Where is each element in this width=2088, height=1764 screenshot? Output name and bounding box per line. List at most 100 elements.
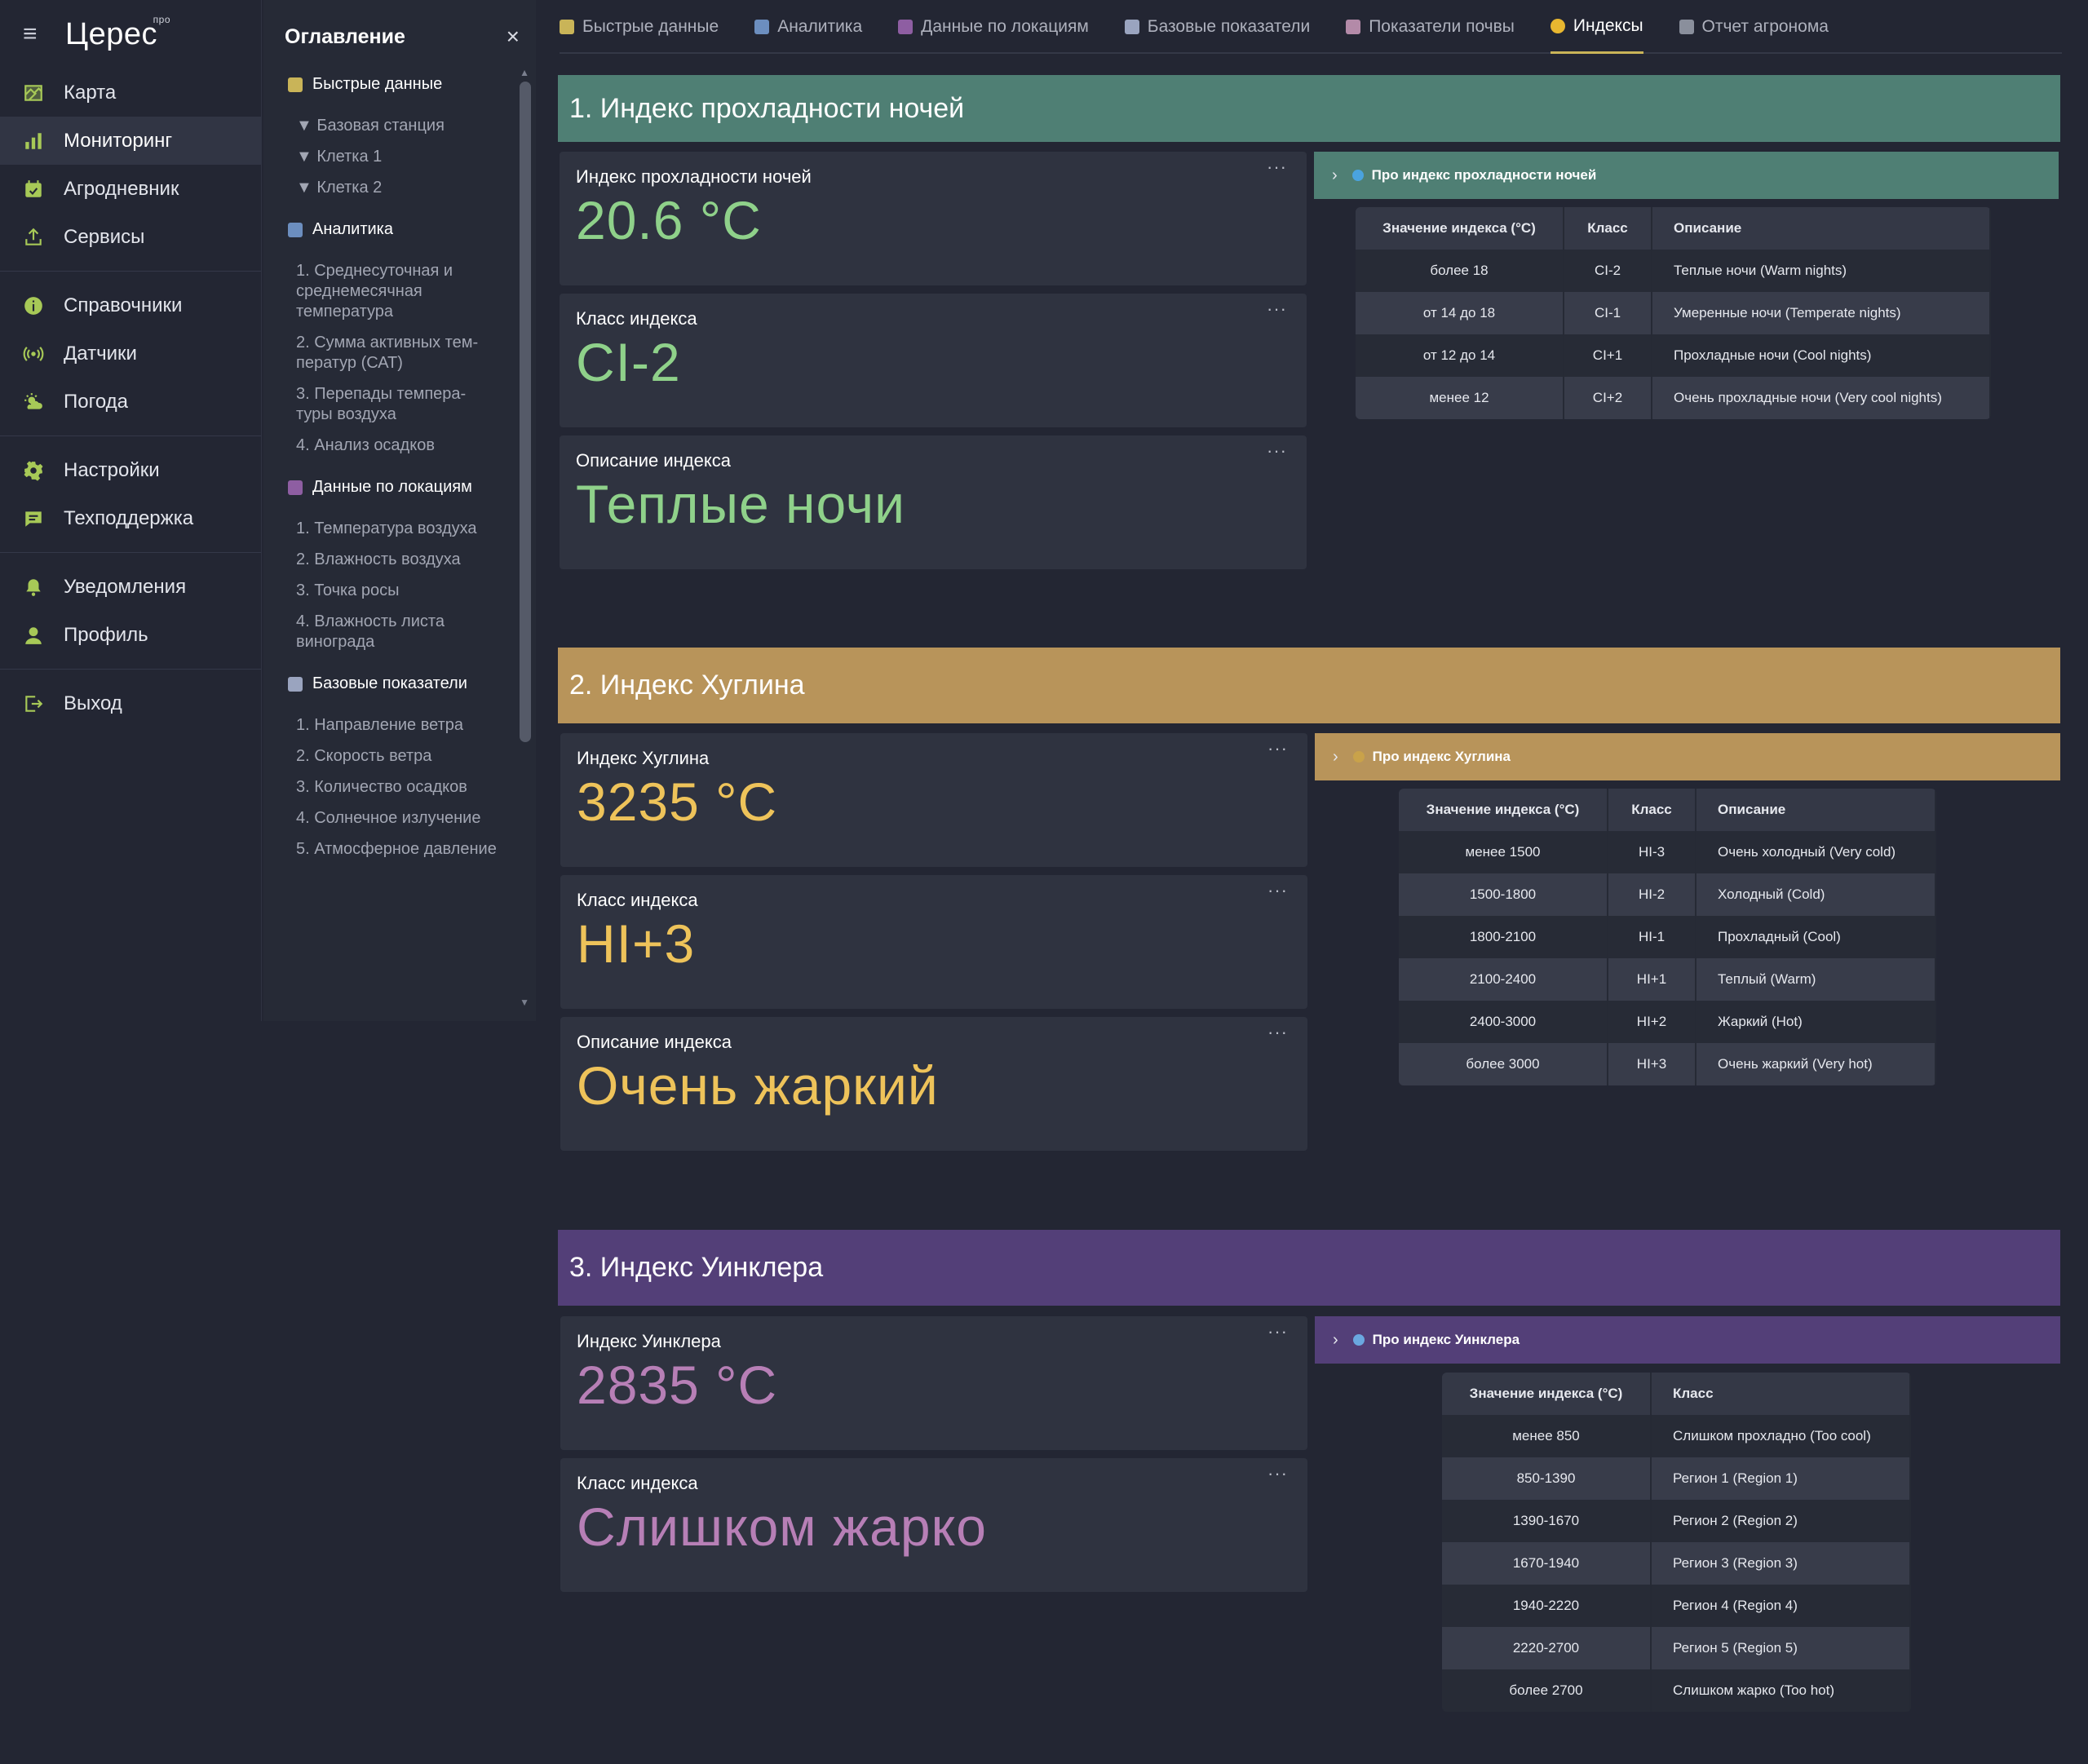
nav-item-weather[interactable]: Погода	[0, 378, 261, 426]
nav-item-label: Агродневник	[64, 177, 179, 200]
more-options-icon[interactable]: ···	[1267, 880, 1288, 901]
toc-item[interactable]: 1. Температура воздуха	[263, 519, 518, 539]
table-cell: Умеренные ночи (Temperate nights)	[1652, 292, 1991, 334]
table-header-cell: Класс	[1651, 1373, 1911, 1415]
table-header-cell: Значение индекса (°С)	[1399, 789, 1608, 831]
toc-section-0[interactable]: Быстрые данные	[263, 64, 518, 105]
table-cell: 850-1390	[1442, 1457, 1652, 1500]
hamburger-menu-icon[interactable]: ≡	[23, 20, 47, 48]
section-banner: 2. Индекс Хуглина	[558, 648, 2060, 723]
table-row: более 3000 HI+3 Очень жаркий (Very hot)	[1399, 1043, 1936, 1085]
chart-icon	[288, 222, 303, 237]
app-logo[interactable]: Церес про	[65, 14, 170, 52]
toc-item[interactable]: 3. Перепады темпера-туры воздуха	[263, 384, 518, 425]
metric-label: Класс индекса	[577, 890, 698, 910]
tab-5[interactable]: Индексы	[1550, 0, 1643, 54]
toc-close-icon[interactable]: ×	[507, 24, 520, 50]
toc-scrollbar[interactable]	[520, 82, 531, 742]
scroll-down-arrow-icon[interactable]: ▼	[520, 997, 529, 1008]
tab-6[interactable]: Отчет агронома	[1679, 0, 1829, 54]
toc-item[interactable]: ▼ Базовая станция	[263, 116, 518, 136]
metric-card: Описание индекса Теплые ночи ···	[560, 435, 1307, 569]
more-options-icon[interactable]: ···	[1267, 1022, 1288, 1043]
toc-item[interactable]: 4. Анализ осадков	[263, 435, 518, 456]
metric-value: 2835 °C	[577, 1355, 778, 1415]
more-options-icon[interactable]: ···	[1267, 298, 1287, 320]
about-index-toggle[interactable]: › Про индекс Уинклера	[1315, 1316, 2060, 1364]
nav-item-label: Мониторинг	[64, 129, 173, 152]
tab-0[interactable]: Быстрые данные	[560, 0, 719, 54]
toc-section-3[interactable]: Базовые показатели	[263, 663, 518, 705]
metric-label: Индекс прохладности ночей	[576, 166, 812, 187]
nav-item-chat[interactable]: Техподдержка	[0, 494, 261, 542]
nav-item-info[interactable]: Справочники	[0, 281, 261, 329]
toc-item[interactable]: 1. Среднесуточная и среднемесячная темпе…	[263, 261, 518, 322]
table-header-row: Значение индекса (°С) Класс	[1442, 1373, 1911, 1415]
nav-divider	[0, 669, 261, 670]
metric-card: Индекс Уинклера 2835 °C ···	[560, 1316, 1307, 1450]
nav-item-gear[interactable]: Настройки	[0, 446, 261, 494]
nav-item-upload[interactable]: Сервисы	[0, 213, 261, 261]
nav-item-map[interactable]: Карта	[0, 69, 261, 117]
toc-section-2[interactable]: Данные по локациям	[263, 466, 518, 508]
toc-section-1[interactable]: Аналитика	[263, 209, 518, 250]
toc-item[interactable]: 2. Сумма активных тем-ператур (САТ)	[263, 333, 518, 374]
table-cell: Жаркий (Hot)	[1696, 1001, 1936, 1043]
toc-item[interactable]: 3. Точка росы	[263, 581, 518, 601]
toc-item[interactable]: 3. Количество осадков	[263, 777, 518, 798]
toc-item[interactable]: 1. Направление ветра	[263, 715, 518, 736]
scroll-up-arrow-icon[interactable]: ▲	[520, 67, 529, 78]
more-options-icon[interactable]: ···	[1267, 1321, 1288, 1342]
table-row: менее 1500 HI-3 Очень холодный (Very cold)	[1399, 831, 1936, 873]
toc-section-label: Данные по локациям	[312, 478, 472, 496]
table-header-cell: Значение индекса (°С)	[1356, 207, 1564, 250]
nav-item-bar-chart[interactable]: Мониторинг	[0, 117, 261, 165]
table-of-contents-panel: Оглавление × Быстрые данные ▼ Базовая ста…	[263, 0, 536, 1021]
tab-4[interactable]: Показатели почвы	[1346, 0, 1515, 54]
more-options-icon[interactable]: ···	[1267, 157, 1287, 178]
table-cell: HI+1	[1608, 958, 1696, 1001]
toc-item[interactable]: 4. Влажность листа винограда	[263, 612, 518, 652]
nav-item-logout[interactable]: Выход	[0, 679, 261, 727]
toc-section-label: Аналитика	[312, 220, 393, 238]
nav-item-bell[interactable]: Уведомления	[0, 563, 261, 611]
table-cell: HI-1	[1608, 916, 1696, 958]
magnifier-icon	[1352, 1334, 1365, 1346]
toc-item[interactable]: 5. Атмосферное давление	[263, 839, 518, 860]
more-options-icon[interactable]: ···	[1267, 440, 1287, 462]
more-options-icon[interactable]: ···	[1267, 738, 1288, 759]
weather-icon	[23, 391, 44, 413]
nav-item-label: Техподдержка	[64, 506, 194, 529]
tab-label: Базовые показатели	[1147, 17, 1311, 36]
nav-item-signal[interactable]: Датчики	[0, 329, 261, 378]
nav-item-label: Датчики	[64, 342, 137, 365]
nav-item-label: Профиль	[64, 623, 148, 646]
tab-3[interactable]: Базовые показатели	[1124, 0, 1311, 54]
table-cell: Прохладные ночи (Cool nights)	[1652, 334, 1991, 377]
table-cell: более 18	[1356, 250, 1564, 292]
tab-1[interactable]: Аналитика	[754, 0, 862, 54]
toc-title: Оглавление	[285, 24, 405, 48]
tab-2[interactable]: Данные по локациям	[898, 0, 1089, 54]
table-header-cell: Описание	[1652, 207, 1991, 250]
grapes-icon	[898, 20, 914, 34]
table-header-cell: Значение индекса (°С)	[1442, 1373, 1652, 1415]
nav-item-user[interactable]: Профиль	[0, 611, 261, 659]
table-cell: 1500-1800	[1399, 873, 1608, 916]
toc-list: Быстрые данные ▼ Базовая станция ▼ Клетка …	[263, 64, 518, 870]
table-cell: Холодный (Cold)	[1696, 873, 1936, 916]
more-options-icon[interactable]: ···	[1267, 1463, 1288, 1484]
toc-item[interactable]: 4. Солнечное излучение	[263, 808, 518, 829]
toc-item[interactable]: ▼ Клетка 1	[263, 147, 518, 167]
nav-item-calendar[interactable]: Агродневник	[0, 165, 261, 213]
toc-item[interactable]: ▼ Клетка 2	[263, 178, 518, 198]
metric-value: 3235 °C	[577, 771, 778, 832]
chart-up-icon	[288, 676, 303, 692]
metric-label: Описание индекса	[577, 1032, 732, 1052]
toc-item[interactable]: 2. Влажность воздуха	[263, 550, 518, 570]
about-index-toggle[interactable]: › Про индекс Хуглина	[1315, 733, 2060, 780]
toc-item[interactable]: 2. Скорость ветра	[263, 746, 518, 767]
about-index-toggle[interactable]: › Про индекс прохладности ночей	[1314, 152, 2059, 199]
table-row: 1940-2220 Регион 4 (Region 4)	[1442, 1585, 1911, 1627]
table-row: менее 850 Слишком прохладно (Too cool)	[1442, 1415, 1911, 1457]
